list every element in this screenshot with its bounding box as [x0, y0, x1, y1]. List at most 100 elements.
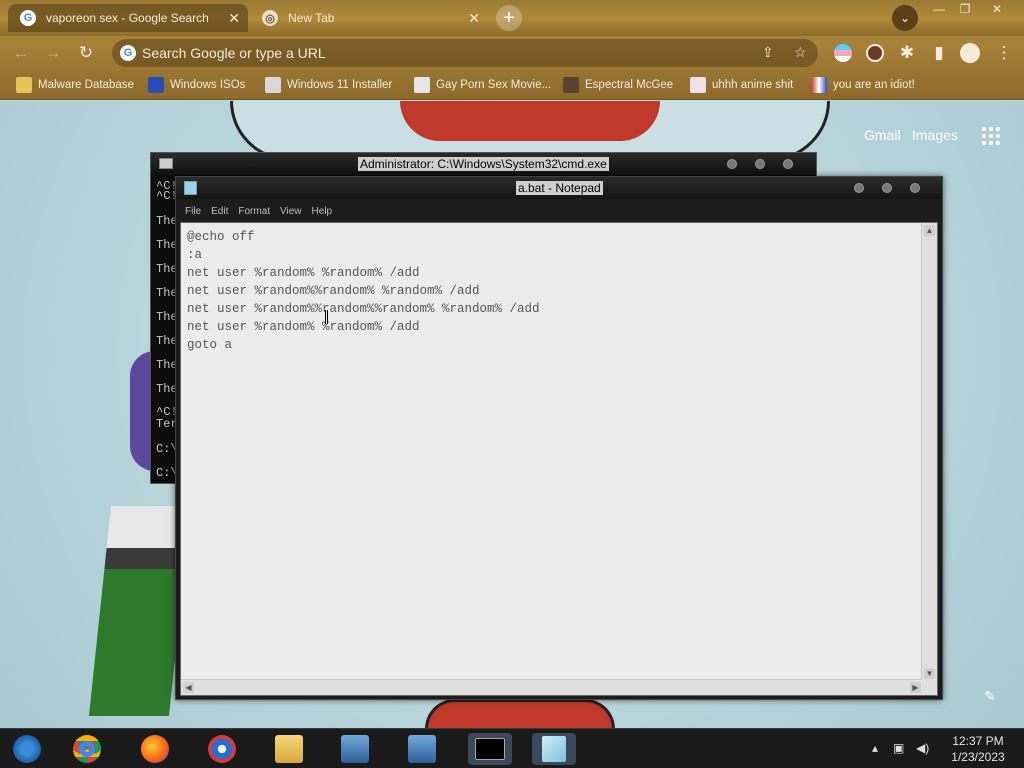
taskbar-file-explorer[interactable] [272, 733, 306, 765]
resize-grip-icon[interactable] [921, 679, 937, 695]
taskbar-chrome[interactable] [70, 733, 104, 765]
omnibox-placeholder: Search Google or type a URL [142, 45, 326, 61]
chrome-icon [73, 735, 101, 763]
menu-file[interactable]: File [181, 201, 207, 221]
customize-pencil-icon[interactable]: ✎ [984, 688, 996, 705]
share-icon[interactable]: ⇪ [762, 44, 774, 61]
menu-help[interactable]: Help [308, 201, 339, 221]
minimize-icon[interactable] [727, 159, 737, 169]
internet-explorer-icon [208, 735, 236, 763]
volume-icon[interactable]: ◀) [916, 741, 929, 755]
bookmark-label: Windows 11 Installer [287, 79, 393, 91]
minimize-icon[interactable]: — [926, 2, 952, 16]
notepad-text-area[interactable]: @echo off :a net user %random% %random% … [180, 222, 938, 696]
browser-tab-bar: G vaporeon sex - Google Search ✕ ◎ New T… [0, 0, 1024, 36]
cmd-title: Administrator: C:\Windows\System32\cmd.e… [358, 157, 609, 171]
scroll-left-icon[interactable]: ◀ [183, 682, 194, 693]
close-icon[interactable]: ✕ [468, 10, 480, 27]
back-icon[interactable]: ← [10, 42, 32, 64]
browser-toolbar: ← → ↻ G Search Google or type a URL ⇪ ☆ … [0, 36, 1024, 70]
notepad-titlebar[interactable]: a.bat - Notepad [176, 177, 942, 199]
folder-icon [275, 735, 303, 763]
gmail-link[interactable]: Gmail [864, 127, 901, 143]
new-tab-button[interactable]: + [496, 5, 522, 31]
bookmark-label: uhhh anime shit [712, 79, 794, 91]
bookmark-malware-database[interactable]: Malware Database [16, 76, 134, 94]
site-icon [414, 77, 430, 93]
scroll-up-icon[interactable]: ▲ [924, 225, 935, 236]
bookmark-label: Gay Porn Sex Movie... [436, 79, 552, 91]
firefox-icon [141, 735, 169, 763]
close-icon[interactable] [910, 183, 920, 193]
maximize-icon[interactable] [755, 159, 765, 169]
omnibox[interactable]: G Search Google or type a URL ⇪ ☆ [112, 39, 818, 67]
bookmarks-bar: Malware Database Windows ISOs Windows 11… [0, 70, 1024, 100]
restore-icon[interactable]: ❐ [952, 2, 978, 16]
installer-icon [265, 77, 281, 93]
site-icon [563, 77, 579, 93]
cmd-icon [475, 738, 505, 760]
menu-format[interactable]: Format [234, 201, 276, 221]
maximize-icon[interactable] [882, 183, 892, 193]
taskbar-setup-1[interactable] [338, 733, 372, 765]
taskbar-cmd[interactable] [468, 733, 512, 765]
tab-vaporeon-search[interactable]: G vaporeon sex - Google Search ✕ [8, 4, 248, 32]
notepad-window[interactable]: a.bat - Notepad File Edit Format View He… [175, 176, 943, 700]
minimize-icon[interactable] [854, 183, 864, 193]
clock-time: 12:37 PM [952, 734, 1004, 748]
scroll-right-icon[interactable]: ▶ [910, 682, 921, 693]
notepad-title: a.bat - Notepad [516, 181, 603, 195]
close-icon[interactable] [783, 159, 793, 169]
windows-orb-icon [13, 735, 41, 763]
taskbar-clock[interactable]: 12:37 PM 1/23/2023 [936, 733, 1020, 765]
extension-avatar-icon[interactable] [866, 44, 884, 62]
x-icon [148, 77, 164, 93]
vertical-scrollbar[interactable]: ▲ ▼ [921, 223, 937, 681]
menu-edit[interactable]: Edit [207, 201, 234, 221]
images-link[interactable]: Images [912, 127, 958, 143]
start-button[interactable] [10, 733, 44, 765]
bookmark-label: Espectral McGee [585, 79, 674, 91]
tab-title: New Tab [288, 11, 335, 25]
folder-icon [16, 77, 32, 93]
menu-kebab-icon[interactable]: ⋮ [993, 42, 1015, 64]
setup-icon [341, 735, 369, 763]
tab-search-icon[interactable]: ⌄ [892, 5, 918, 31]
cmd-titlebar[interactable]: Administrator: C:\Windows\System32\cmd.e… [151, 153, 816, 175]
tab-title: vaporeon sex - Google Search [46, 11, 209, 25]
notepad-menubar: File Edit Format View Help [181, 201, 338, 221]
menu-view[interactable]: View [276, 201, 308, 221]
bookmark-label: Windows ISOs [170, 79, 246, 91]
google-apps-icon[interactable] [982, 127, 1000, 145]
taskbar-firefox[interactable] [138, 733, 172, 765]
bookmark-star-icon[interactable]: ☆ [794, 44, 807, 61]
side-panel-icon[interactable]: ▮ [928, 42, 950, 64]
google-icon: G [120, 45, 136, 61]
bookmark-gay-porn-sex-movie[interactable]: Gay Porn Sex Movie... [414, 76, 551, 94]
notepad-icon [542, 736, 566, 762]
bookmark-windows-isos[interactable]: Windows ISOs [148, 76, 245, 94]
reload-icon[interactable]: ↻ [75, 42, 97, 64]
forward-icon[interactable]: → [42, 42, 64, 64]
horizontal-scrollbar[interactable]: ◀ ▶ [181, 679, 923, 695]
network-icon[interactable]: ▣ [893, 741, 904, 755]
extensions-puzzle-icon[interactable]: ✱ [896, 42, 918, 64]
flag-icon [811, 77, 827, 93]
taskbar-ie[interactable] [205, 733, 239, 765]
close-icon[interactable]: ✕ [228, 10, 240, 27]
taskbar-setup-2[interactable] [405, 733, 439, 765]
profile-icon[interactable] [960, 43, 980, 63]
bookmark-anime[interactable]: uhhh anime shit [690, 76, 793, 94]
show-hidden-icons-icon[interactable]: ▴ [872, 741, 878, 755]
taskbar-notepad[interactable] [532, 733, 576, 765]
bookmark-windows-11-installer[interactable]: Windows 11 Installer [265, 76, 392, 94]
tab-new-tab[interactable]: ◎ New Tab ✕ [250, 4, 488, 32]
window-close-icon[interactable]: ✕ [984, 2, 1010, 16]
bookmark-espectral-mcgee[interactable]: Espectral McGee [563, 76, 673, 94]
notepad-content[interactable]: @echo off :a net user %random% %random% … [187, 228, 540, 354]
extension-flag-icon[interactable] [834, 44, 852, 62]
scroll-down-icon[interactable]: ▼ [924, 668, 935, 679]
bookmark-you-are-an-idiot[interactable]: you are an idiot! [811, 76, 915, 94]
setup-icon [408, 735, 436, 763]
anime-icon [690, 77, 706, 93]
